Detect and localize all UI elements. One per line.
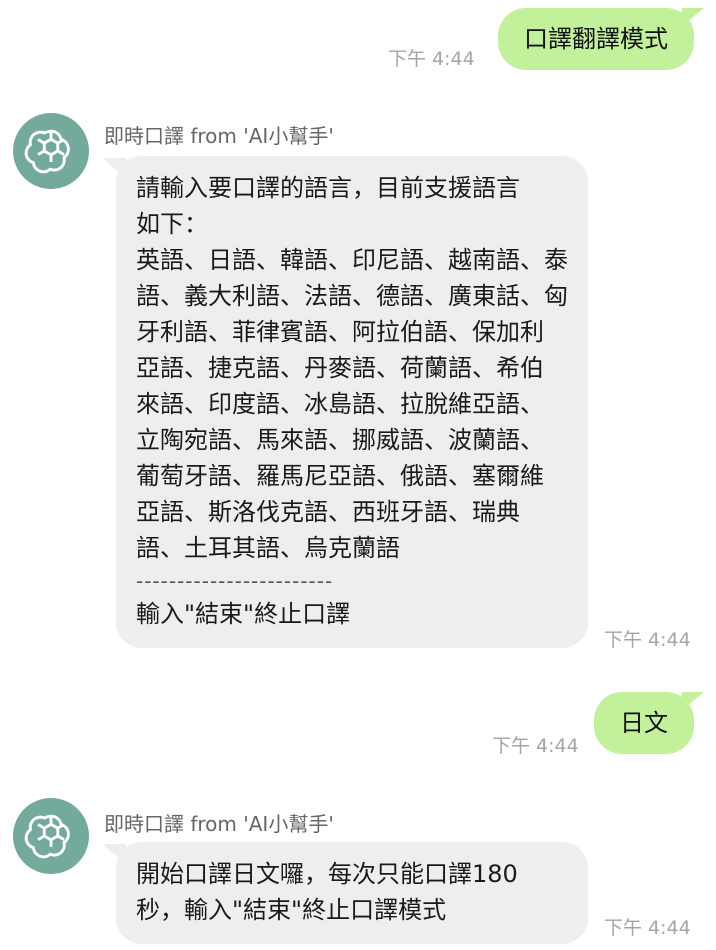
openai-logo-icon	[24, 129, 70, 174]
message-line: 秒，輸入"結束"終止口譯模式	[136, 896, 447, 924]
sender-name: 即時口譯 from 'AI小幫手'	[104, 812, 334, 836]
message-line: 牙利語、菲律賓語、阿拉伯語、保加利	[136, 318, 544, 346]
incoming-message: 開始口譯日文囉，每次只能口譯180 秒，輸入"結束"終止口譯模式	[102, 842, 588, 944]
text-divider: ------------------------	[136, 569, 334, 593]
message-bubble[interactable]: 日文	[594, 692, 704, 754]
message-line: 亞語、捷克語、丹麥語、荷蘭語、希伯	[136, 354, 544, 382]
message-line: 來語、印度語、冰島語、拉脫維亞語、	[136, 390, 544, 418]
timestamp: 下午 4:44	[604, 629, 691, 651]
sender-name: 即時口譯 from 'AI小幫手'	[104, 124, 334, 148]
message-line: 亞語、斯洛伐克語、西班牙語、瑞典	[136, 498, 520, 526]
message-line: 開始口譯日文囉，每次只能口譯180	[136, 860, 518, 888]
bot-avatar[interactable]	[13, 798, 89, 874]
bot-avatar[interactable]	[13, 113, 89, 189]
message-bubble[interactable]: 口譯翻譯模式	[498, 8, 704, 70]
outgoing-message: 日文	[594, 692, 704, 754]
outgoing-message: 口譯翻譯模式	[498, 8, 704, 70]
message-bubble[interactable]: 請輸入要口譯的語言，目前支援語言 如下： 英語、日語、韓語、印尼語、越南語、泰 …	[102, 156, 588, 648]
timestamp: 下午 4:44	[388, 48, 475, 70]
message-line: 語、義大利語、法語、德語、廣東話、匈	[136, 282, 568, 310]
message-line: 語、土耳其語、烏克蘭語	[136, 534, 400, 562]
timestamp: 下午 4:44	[492, 735, 579, 757]
incoming-message: 請輸入要口譯的語言，目前支援語言 如下： 英語、日語、韓語、印尼語、越南語、泰 …	[102, 156, 588, 648]
message-bubble[interactable]: 開始口譯日文囉，每次只能口譯180 秒，輸入"結束"終止口譯模式	[102, 842, 588, 944]
openai-logo-icon	[24, 814, 70, 859]
message-line: 如下：	[136, 210, 208, 238]
message-line: 立陶宛語、馬來語、挪威語、波蘭語、	[136, 426, 544, 454]
timestamp: 下午 4:44	[604, 917, 691, 939]
message-line: 請輸入要口譯的語言，目前支援語言	[136, 174, 520, 202]
message-line: 英語、日語、韓語、印尼語、越南語、泰	[136, 246, 568, 274]
message-line: 葡萄牙語、羅馬尼亞語、俄語、塞爾維	[136, 462, 544, 490]
message-footer: 輸入"結束"終止口譯	[136, 600, 351, 628]
